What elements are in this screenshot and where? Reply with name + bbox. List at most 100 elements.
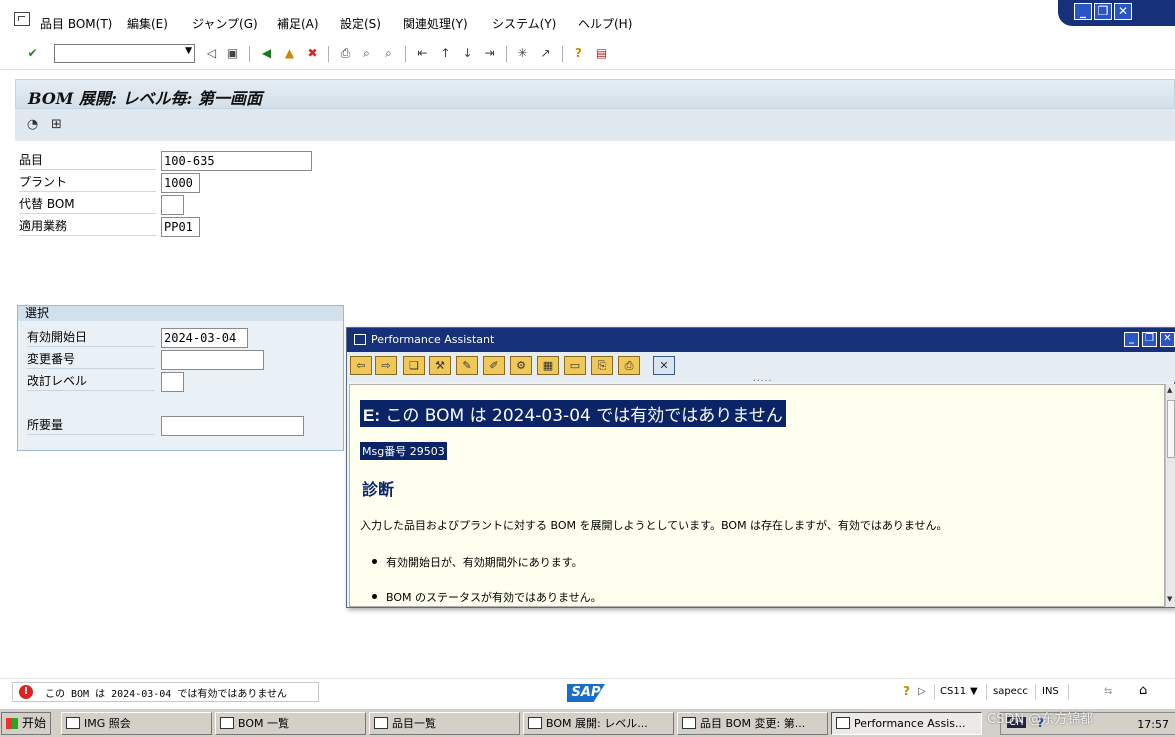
assistant-titlebar[interactable]: Performance Assistant _ ❐ ✕	[347, 328, 1175, 352]
toolbar-separator	[506, 46, 507, 62]
revision-level-label: 改訂レベル	[27, 371, 155, 391]
first-page-icon[interactable]: ⇤	[414, 45, 431, 62]
window-icon	[836, 717, 850, 729]
plant-input[interactable]: 1000	[161, 173, 200, 193]
annotation-icon[interactable]: ✐	[483, 356, 505, 375]
print-icon[interactable]: ⎙	[337, 45, 354, 62]
lock-icon[interactable]: ⌂	[1139, 683, 1147, 698]
menu-help[interactable]: ヘルプ(H)	[578, 15, 632, 32]
change-number-label: 変更番号	[27, 349, 155, 369]
task-performance-assistant[interactable]: Performance Assis...	[831, 712, 982, 735]
transaction-code: CS11	[940, 686, 967, 697]
new-session-icon[interactable]: ✳	[514, 45, 531, 62]
valid-from-input[interactable]: 2024-03-04	[161, 328, 248, 348]
input-mode[interactable]: INS	[1042, 686, 1059, 697]
table-of-contents-icon[interactable]: ▦	[537, 356, 559, 375]
splitter-grip[interactable]: .....	[753, 374, 772, 384]
close-icon[interactable]: ✕	[1114, 3, 1132, 20]
restore-icon[interactable]: ❐	[1094, 3, 1112, 20]
bookmark-icon[interactable]: ▭	[564, 356, 586, 375]
close-icon[interactable]: ✕	[1160, 332, 1175, 347]
menu-environment[interactable]: 関連処理(Y)	[403, 15, 468, 32]
diagnosis-bullet-2: BOM のステータスが有効ではありません。	[372, 591, 602, 604]
revision-level-input[interactable]	[161, 372, 184, 392]
menu-goto[interactable]: ジャンプ(G)	[192, 15, 258, 32]
system-menu-icon[interactable]	[14, 12, 30, 26]
status-bar: ! この BOM は 2024-03-04 では有効ではありません SAP ? …	[0, 678, 1175, 706]
valid-from-label: 有効開始日	[27, 327, 155, 347]
prev-page-icon[interactable]: ↑	[437, 45, 454, 62]
collapse-icon[interactable]: ◁	[203, 45, 220, 62]
last-page-icon[interactable]: ⇥	[481, 45, 498, 62]
minimize-icon[interactable]: _	[1124, 332, 1139, 347]
exit-icon[interactable]: ▲	[281, 45, 298, 62]
task-bom-explosion[interactable]: BOM 展開: レベル...	[523, 712, 674, 735]
export-icon[interactable]: ⎘	[591, 356, 613, 375]
application-label: 適用業務	[19, 216, 156, 236]
assistant-content: E: この BOM は 2024-03-04 では有効ではありません Msg番号…	[349, 384, 1165, 607]
settings-icon[interactable]: ⚙	[510, 356, 532, 375]
watermark: CSDN @东方锦都	[987, 712, 1094, 727]
error-icon: !	[19, 685, 33, 699]
status-message[interactable]: ! この BOM は 2024-03-04 では有効ではありません	[12, 682, 319, 702]
execute-icon[interactable]: ◔	[24, 116, 41, 133]
task-label: 品目 BOM 変更: 第...	[700, 717, 806, 730]
enter-icon[interactable]: ✔	[24, 45, 41, 62]
change-number-input[interactable]	[161, 350, 264, 370]
print-icon[interactable]: ⎙	[618, 356, 640, 375]
cancel-icon[interactable]: ✖	[304, 45, 321, 62]
command-field[interactable]: ▼	[54, 44, 195, 63]
alternative-bom-input[interactable]	[161, 195, 184, 215]
chevron-down-icon[interactable]: ▼	[185, 46, 192, 56]
save-icon[interactable]: ▣	[224, 45, 241, 62]
scroll-thumb[interactable]	[1167, 400, 1175, 458]
window-icon	[220, 717, 234, 729]
layout-icon[interactable]: ▤	[593, 45, 610, 62]
display-icon[interactable]: ⊞	[48, 116, 65, 133]
start-button[interactable]: 开始	[1, 712, 51, 735]
task-material-list[interactable]: 品目一覧	[369, 712, 520, 735]
menu-edit[interactable]: 編集(E)	[127, 15, 168, 32]
window-icon	[682, 717, 696, 729]
alternative-bom-label: 代替 BOM	[19, 194, 156, 214]
scroll-up-icon[interactable]: ▲	[1167, 386, 1172, 394]
task-label: Performance Assis...	[854, 717, 966, 730]
help-icon[interactable]: ?	[903, 684, 910, 698]
scroll-down-icon[interactable]: ▼	[1167, 595, 1172, 603]
status-separator	[1035, 684, 1036, 700]
material-input[interactable]: 100-635	[161, 151, 312, 171]
task-material-bom-change[interactable]: 品目 BOM 変更: 第...	[677, 712, 828, 735]
task-label: BOM 展開: レベル...	[546, 717, 648, 730]
application-input[interactable]: PP01	[161, 217, 200, 237]
play-icon[interactable]: ▷	[918, 686, 926, 697]
forward-arrow-icon[interactable]: ⇨	[375, 356, 397, 375]
menu-material-bom[interactable]: 品目 BOM(T)	[40, 15, 112, 32]
task-img-display[interactable]: IMG 照会	[61, 712, 212, 735]
material-label: 品目	[19, 150, 156, 170]
maximize-icon[interactable]: ❐	[1142, 332, 1157, 347]
next-page-icon[interactable]: ↓	[459, 45, 476, 62]
error-message-heading: E: この BOM は 2024-03-04 では有効ではありません	[360, 400, 786, 427]
edit-note-icon[interactable]: ✎	[456, 356, 478, 375]
required-quantity-input[interactable]	[161, 416, 304, 436]
back-arrow-icon[interactable]: ⇦	[350, 356, 372, 375]
technical-info-icon[interactable]: ⚒	[429, 356, 451, 375]
error-prefix: E:	[363, 406, 380, 425]
menu-settings[interactable]: 設定(S)	[340, 15, 381, 32]
task-label: IMG 照会	[84, 717, 131, 730]
shortcut-icon[interactable]: ↗	[537, 45, 554, 62]
task-bom-list[interactable]: BOM 一覧	[215, 712, 366, 735]
menu-system[interactable]: システム(Y)	[492, 15, 556, 32]
glossary-icon[interactable]: ❏	[403, 356, 425, 375]
selection-group-title: 選択	[18, 306, 343, 321]
help-icon[interactable]: ?	[570, 45, 587, 62]
minimize-icon[interactable]: _	[1074, 3, 1092, 20]
back-icon[interactable]: ◀	[258, 45, 275, 62]
find-icon[interactable]: ⌕	[358, 45, 375, 62]
chevron-down-icon[interactable]: ▼	[970, 686, 978, 697]
close-help-icon[interactable]: ✕	[653, 356, 675, 375]
assistant-scrollbar[interactable]: ▲ ▼	[1165, 384, 1175, 607]
toolbar-separator	[328, 46, 329, 62]
find-next-icon[interactable]: ⌕	[380, 45, 397, 62]
menu-extras[interactable]: 補足(A)	[277, 15, 319, 32]
